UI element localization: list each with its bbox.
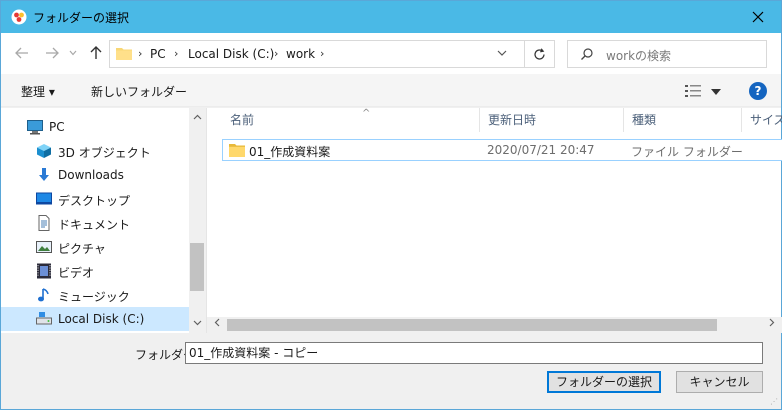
folder-picker-dialog: フォルダーの選択 › PC › Local Disk (C:) › work ›… xyxy=(0,0,782,410)
window-title: フォルダーの選択 xyxy=(33,11,130,25)
up-button[interactable] xyxy=(87,43,105,63)
file-row[interactable]: 01_作成資料案 2020/07/21 20:47 ファイル フォルダー xyxy=(222,139,782,161)
nav-item-local-disk[interactable]: Local Disk (C:) xyxy=(1,307,189,331)
cancel-button[interactable]: キャンセル xyxy=(676,371,763,393)
details-view-icon xyxy=(685,85,701,97)
address-history-dropdown[interactable] xyxy=(497,47,507,60)
view-options-button[interactable] xyxy=(685,82,725,100)
nav-item-label: PC xyxy=(49,120,65,134)
nav-pane-scrollbar[interactable] xyxy=(189,108,205,333)
column-label: サイズ xyxy=(750,113,782,127)
breadcrumb-separator: › xyxy=(274,47,279,60)
chevron-down-icon xyxy=(497,50,507,56)
document-icon xyxy=(38,215,50,231)
nav-item-desktop[interactable]: デスクトップ xyxy=(1,187,189,211)
nav-item-videos[interactable]: ビデオ xyxy=(1,259,189,283)
column-label: 名前 xyxy=(230,113,255,127)
breadcrumb-separator: › xyxy=(174,47,179,60)
scroll-up-button[interactable] xyxy=(189,110,205,126)
search-placeholder: workの検索 xyxy=(606,49,672,63)
back-button[interactable] xyxy=(13,43,31,63)
pc-icon xyxy=(27,120,43,135)
column-header-size[interactable]: サイズ xyxy=(742,108,782,132)
dialog-footer: フォルダー: 01_作成資料案 - コピー フォルダーの選択 キャンセル ⋰ xyxy=(1,334,781,409)
organize-menu-button[interactable]: 整理 ▾ xyxy=(21,83,55,100)
recent-locations-button[interactable] xyxy=(67,43,79,63)
folder-name-field[interactable]: 01_作成資料案 - コピー xyxy=(185,342,763,364)
navigation-pane: PC 3D オブジェクト Downloads デスクトップ ドキュメント ピクチ… xyxy=(1,108,205,333)
navigation-bar: › PC › Local Disk (C:) › work › workの検索 xyxy=(1,33,781,74)
breadcrumb-work[interactable]: work xyxy=(286,47,315,61)
nav-item-music[interactable]: ミュージック xyxy=(1,283,189,307)
chevron-right-icon xyxy=(769,318,775,327)
close-icon xyxy=(752,11,764,23)
app-icon xyxy=(11,9,27,25)
desktop-icon xyxy=(36,192,52,205)
nav-item-downloads[interactable]: Downloads xyxy=(1,163,189,187)
nav-item-label: ピクチャ xyxy=(58,242,106,256)
help-button[interactable]: ? xyxy=(749,82,767,100)
file-type: ファイル フォルダー xyxy=(631,145,743,159)
chevron-up-icon xyxy=(193,114,201,120)
scroll-right-button[interactable] xyxy=(764,317,780,333)
nav-item-label: ビデオ xyxy=(58,266,95,280)
title-bar: フォルダーの選択 xyxy=(1,1,781,33)
file-modified-date: 2020/07/21 20:47 xyxy=(487,143,595,157)
file-name: 01_作成資料案 xyxy=(249,145,331,159)
nav-item-pc[interactable]: PC xyxy=(1,115,189,139)
refresh-icon xyxy=(534,47,545,60)
search-box[interactable]: workの検索 xyxy=(567,40,767,68)
scroll-thumb[interactable] xyxy=(190,243,204,291)
new-folder-button[interactable]: 新しいフォルダー xyxy=(91,83,187,100)
arrow-up-icon xyxy=(90,46,102,59)
music-icon xyxy=(38,288,49,302)
file-list: ^ 名前 更新日時 種類 サイズ 01_作成資料案 2020/07/21 20:… xyxy=(206,108,782,333)
drive-icon xyxy=(36,312,52,325)
scroll-down-button[interactable] xyxy=(189,316,205,332)
scroll-thumb[interactable] xyxy=(227,319,717,331)
select-folder-button[interactable]: フォルダーの選択 xyxy=(547,371,661,393)
file-list-scrollbar[interactable] xyxy=(207,317,782,333)
breadcrumb-separator: › xyxy=(320,47,325,60)
nav-item-label: デスクトップ xyxy=(58,194,131,208)
search-icon xyxy=(581,48,593,60)
column-label: 更新日時 xyxy=(488,113,537,127)
caret-down-icon xyxy=(711,89,721,95)
column-header-modified[interactable]: 更新日時 xyxy=(480,108,624,132)
folder-icon xyxy=(229,144,245,157)
close-button[interactable] xyxy=(735,1,781,33)
3d-objects-icon xyxy=(37,144,51,158)
column-header-name[interactable]: ^ 名前 xyxy=(222,108,480,132)
chevron-down-icon xyxy=(193,320,201,326)
breadcrumb-separator: › xyxy=(138,47,143,60)
sort-ascending-icon: ^ xyxy=(362,108,371,119)
arrow-left-icon xyxy=(15,47,28,59)
pictures-icon xyxy=(36,241,52,253)
column-label: 種類 xyxy=(632,113,657,127)
chevron-left-icon xyxy=(214,318,220,327)
nav-item-label: ミュージック xyxy=(58,290,130,304)
folder-icon xyxy=(116,48,132,60)
chevron-down-icon xyxy=(69,50,77,56)
video-icon xyxy=(37,263,51,279)
column-header-type[interactable]: 種類 xyxy=(624,108,742,132)
command-bar: 整理 ▾ 新しいフォルダー ? xyxy=(1,74,781,107)
address-bar[interactable]: › PC › Local Disk (C:) › work › xyxy=(109,40,555,68)
download-icon xyxy=(39,168,49,181)
nav-item-pictures[interactable]: ピクチャ xyxy=(1,235,189,259)
nav-item-label: Local Disk (C:) xyxy=(58,312,145,326)
nav-item-documents[interactable]: ドキュメント xyxy=(1,211,189,235)
refresh-button[interactable] xyxy=(524,41,554,67)
nav-item-3d-objects[interactable]: 3D オブジェクト xyxy=(1,139,189,163)
scroll-left-button[interactable] xyxy=(209,317,225,333)
breadcrumb-local-disk[interactable]: Local Disk (C:) xyxy=(188,47,274,61)
nav-item-label: ドキュメント xyxy=(58,218,131,232)
nav-item-label: Downloads xyxy=(58,168,124,182)
forward-button[interactable] xyxy=(43,43,61,63)
arrow-right-icon xyxy=(46,47,59,59)
resize-grip-icon[interactable]: ⋰ xyxy=(770,397,778,406)
nav-item-label: 3D オブジェクト xyxy=(58,146,151,160)
breadcrumb-pc[interactable]: PC xyxy=(150,47,166,61)
